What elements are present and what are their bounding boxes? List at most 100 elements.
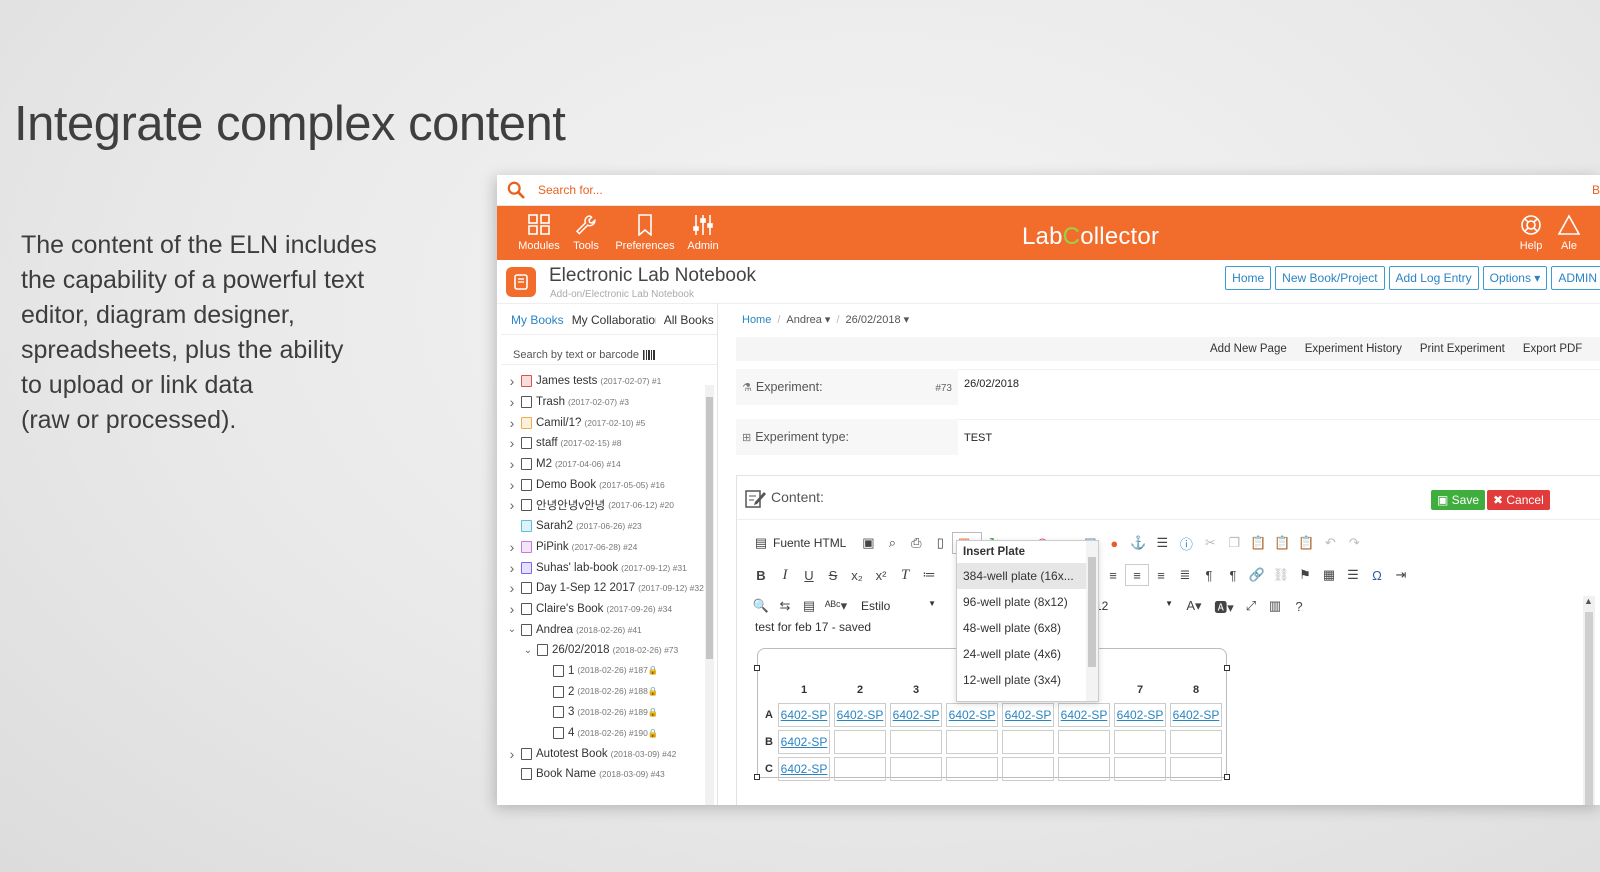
copy-icon[interactable]: ❐ xyxy=(1222,532,1246,554)
paste-word-icon[interactable]: 📋 xyxy=(1294,532,1318,554)
plate-well[interactable] xyxy=(890,757,942,781)
tree-item[interactable]: 2 (2018-02-26) #188🔒 xyxy=(501,681,717,702)
plate-well[interactable] xyxy=(834,757,886,781)
well-link[interactable]: 6402-SP xyxy=(1173,708,1220,722)
indent-icon[interactable]: ⇥ xyxy=(1389,564,1413,586)
align-right-icon[interactable]: ≡ xyxy=(1149,564,1173,586)
table-icon[interactable]: ▦ xyxy=(1317,564,1341,586)
chevron-icon[interactable]: › xyxy=(505,477,519,493)
chevron-icon[interactable]: › xyxy=(505,497,519,513)
tree-item[interactable]: › Suhas' lab-book (2017-09-12) #31 xyxy=(501,557,717,578)
plate-well[interactable]: 6402-SP xyxy=(890,703,942,727)
breadcrumb-date[interactable]: 26/02/2018 ▾ xyxy=(846,314,910,326)
chevron-icon[interactable]: ⌄ xyxy=(521,645,535,656)
plate-well[interactable] xyxy=(1002,757,1054,781)
plate-well[interactable]: 6402-SP xyxy=(1170,703,1222,727)
paste-text-icon[interactable]: 📋 xyxy=(1270,532,1294,554)
chevron-icon[interactable]: › xyxy=(505,580,519,596)
plate-well[interactable] xyxy=(946,757,998,781)
chevron-icon[interactable]: › xyxy=(505,539,519,555)
plate-well[interactable] xyxy=(890,730,942,754)
chevron-icon[interactable]: › xyxy=(505,435,519,451)
plate-well[interactable] xyxy=(1170,730,1222,754)
action-export-pdf[interactable]: Export PDF xyxy=(1523,343,1582,355)
replace-icon[interactable]: ⇆ xyxy=(773,595,797,617)
chevron-icon[interactable]: › xyxy=(505,746,519,762)
well-link[interactable]: 6402-SP xyxy=(1005,708,1052,722)
plate-well[interactable] xyxy=(1114,757,1166,781)
plate-well[interactable] xyxy=(1114,730,1166,754)
breadcrumb-home[interactable]: Home xyxy=(742,314,771,326)
horizontal-rule-icon[interactable]: ☰ xyxy=(1341,564,1365,586)
plate-option[interactable]: 96-well plate (8x12) xyxy=(957,589,1098,615)
plate-option[interactable]: 48-well plate (6x8) xyxy=(957,615,1098,641)
labcollector-logo[interactable]: LabCollector xyxy=(1022,223,1159,251)
chevron-icon[interactable]: › xyxy=(505,560,519,576)
plate-well[interactable]: 6402-SP xyxy=(1058,703,1110,727)
chevron-icon[interactable]: ⌄ xyxy=(505,624,519,635)
tree-item[interactable]: › Demo Book (2017-05-05) #16 xyxy=(501,474,717,495)
header-button-new-book-project[interactable]: New Book/Project xyxy=(1275,266,1385,290)
well-link[interactable]: 6402-SP xyxy=(781,735,828,749)
subscript-button[interactable]: x₂ xyxy=(845,564,869,586)
tree-item[interactable]: › PiPink (2017-06-28) #24 xyxy=(501,537,717,558)
tree-item[interactable]: 1 (2018-02-26) #187🔒 xyxy=(501,661,717,682)
plate-option[interactable]: 24-well plate (4x6) xyxy=(957,641,1098,667)
experiment-value[interactable]: 26/02/2018 xyxy=(958,369,1600,405)
scroll-up-icon[interactable]: ▲ xyxy=(1584,596,1593,606)
action-experiment-history[interactable]: Experiment History xyxy=(1305,343,1402,355)
chevron-icon[interactable]: › xyxy=(505,601,519,617)
nav-alerts[interactable]: Ale xyxy=(1549,214,1589,252)
book-tab-my-books[interactable]: My Books xyxy=(511,313,564,334)
chevron-icon[interactable]: › xyxy=(505,456,519,472)
action-add-new-page[interactable]: Add New Page xyxy=(1210,343,1287,355)
nav-preferences[interactable]: Preferences xyxy=(615,214,675,252)
book-tab-all-books[interactable]: All Books xyxy=(664,313,714,334)
tree-item[interactable]: 4 (2018-02-26) #190🔒 xyxy=(501,723,717,744)
help-icon[interactable]: ? xyxy=(1287,595,1311,617)
ltr-icon[interactable]: ¶ xyxy=(1197,564,1221,586)
tree-item[interactable]: › staff (2017-02-15) #8 xyxy=(501,433,717,454)
action-print-experiment[interactable]: Print Experiment xyxy=(1420,343,1505,355)
underline-button[interactable]: U xyxy=(797,564,821,586)
italic-button[interactable]: I xyxy=(773,564,797,586)
redo-icon[interactable]: ↷ xyxy=(1342,532,1366,554)
superscript-button[interactable]: x² xyxy=(869,564,893,586)
plate-well[interactable] xyxy=(834,730,886,754)
plate-well[interactable]: 6402-SP xyxy=(834,703,886,727)
header-button-add-log-entry[interactable]: Add Log Entry xyxy=(1388,266,1479,290)
tree-item[interactable]: › James tests (2017-02-07) #1 xyxy=(501,371,717,392)
rtl-icon[interactable]: ¶ xyxy=(1221,564,1245,586)
dropdown-scroll-thumb[interactable] xyxy=(1088,557,1096,667)
plate-option[interactable]: 384-well plate (16x... xyxy=(957,563,1098,589)
select-all-icon[interactable]: ▤ xyxy=(797,595,821,617)
list-block-icon[interactable]: ☰ xyxy=(1150,532,1174,554)
save-button[interactable]: ▣ Save xyxy=(1431,490,1486,510)
source-button[interactable]: Fuente HTML xyxy=(773,536,846,550)
remove-format-button[interactable]: T xyxy=(893,564,917,586)
tree-scrollbar[interactable] xyxy=(705,385,714,805)
style-select[interactable]: Estilo ▼ xyxy=(861,599,936,613)
plate-well[interactable]: 6402-SP xyxy=(1002,703,1054,727)
undo-icon[interactable]: ↶ xyxy=(1318,532,1342,554)
tree-item[interactable]: › 안녕안녕v안녕 (2017-06-12) #20 xyxy=(501,495,717,516)
well-link[interactable]: 6402-SP xyxy=(781,762,828,776)
tree-item[interactable]: Book Name (2018-03-09) #43 xyxy=(501,764,717,785)
bg-color-icon[interactable]: 🅰▾ xyxy=(1209,595,1239,617)
nav-help[interactable]: Help xyxy=(1511,214,1551,252)
search-input[interactable] xyxy=(538,183,1038,197)
cancel-button[interactable]: ✖ Cancel xyxy=(1487,490,1550,510)
tree-item[interactable]: › Camil/1? (2017-02-10) #5 xyxy=(501,412,717,433)
plate-well[interactable] xyxy=(1058,757,1110,781)
tree-item[interactable]: › Day 1-Sep 12 2017 (2017-09-12) #32 xyxy=(501,578,717,599)
font-size-select[interactable]: 12 ▼ xyxy=(1095,599,1173,613)
resize-handle[interactable] xyxy=(754,665,760,671)
dropdown-scrollbar[interactable] xyxy=(1086,541,1098,701)
align-left-icon[interactable]: ≡ xyxy=(1101,564,1125,586)
find-icon[interactable]: 🔍 xyxy=(749,595,773,617)
show-blocks-icon[interactable]: ▥ xyxy=(1263,595,1287,617)
chevron-icon[interactable]: › xyxy=(505,415,519,431)
header-button-admin[interactable]: ADMIN xyxy=(1551,266,1600,290)
tree-item[interactable]: ⌄ Andrea (2018-02-26) #41 xyxy=(501,619,717,640)
header-button-home[interactable]: Home xyxy=(1225,266,1272,290)
